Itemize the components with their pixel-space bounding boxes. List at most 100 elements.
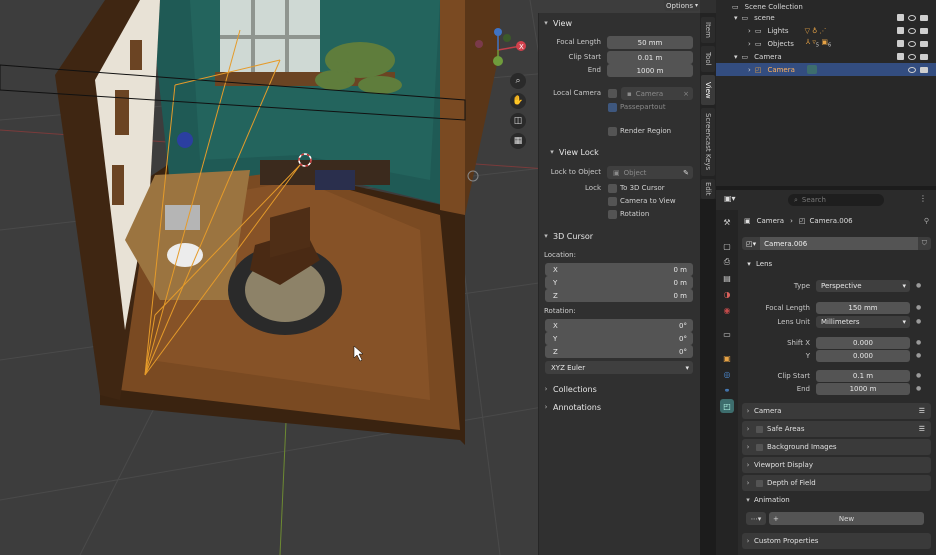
camera-datablock-field[interactable]: ◰▾ Camera.006 ⛉ xyxy=(742,237,931,250)
local-camera-field[interactable]: ▪ Camera × xyxy=(621,87,693,100)
options-dropdown[interactable]: Options ▾ xyxy=(664,0,700,11)
outliner-row-objects[interactable]: › ▭ Objects ⅄ ▿5 ▣6 xyxy=(716,37,936,50)
list-icon[interactable]: ☰ xyxy=(919,407,925,415)
render-region-checkbox[interactable] xyxy=(608,127,617,136)
cursor-location-z[interactable]: Z 0 m xyxy=(545,289,693,302)
include-checkbox[interactable] xyxy=(897,40,904,47)
outliner-row-scene[interactable]: ▾ ▭ scene xyxy=(716,11,936,24)
zoom-button[interactable]: ⌕ xyxy=(510,73,526,89)
cursor-rotation-y[interactable]: Y 0° xyxy=(545,332,693,345)
safe-areas-checkbox[interactable] xyxy=(756,425,763,433)
cursor-rotation-z[interactable]: Z 0° xyxy=(545,345,693,358)
lens-clip-end-field[interactable]: 1000 m xyxy=(816,383,910,395)
camera-data-tab[interactable]: ◰ xyxy=(720,399,734,413)
eye-icon[interactable] xyxy=(908,53,916,60)
include-checkbox[interactable] xyxy=(897,53,904,60)
cursor-location-x[interactable]: X 0 m xyxy=(545,263,693,276)
clip-start-field[interactable]: 0.01 m xyxy=(607,51,693,64)
view-layer-tab[interactable]: ▤ xyxy=(720,271,734,285)
annotations-header[interactable]: › Annotations xyxy=(539,399,701,415)
area-divider[interactable] xyxy=(700,199,716,555)
render-camera-icon[interactable] xyxy=(920,14,928,21)
outliner-row-lights[interactable]: › ▭ Lights ▽ ♁ ⋰ xyxy=(716,24,936,37)
eye-icon[interactable] xyxy=(908,40,916,47)
keyframe-dot[interactable]: ● xyxy=(916,339,921,346)
pin-icon[interactable]: ⚲ xyxy=(924,217,929,225)
cursor-rotation-x[interactable]: X 0° xyxy=(545,319,693,332)
properties-options-button[interactable]: ⋮ xyxy=(919,194,927,203)
view-panel-header[interactable]: ▾ View xyxy=(539,15,701,31)
shift-y-field[interactable]: 0.000 xyxy=(816,350,910,362)
editor-type-menu[interactable]: ▣▾ xyxy=(724,194,746,206)
new-action-button[interactable]: + New xyxy=(769,512,924,525)
world-tab[interactable]: ◉ xyxy=(720,303,734,317)
lens-unit-dropdown[interactable]: Millimeters ▾ xyxy=(816,316,910,328)
lens-focal-length-field[interactable]: 150 mm xyxy=(816,302,910,314)
action-browse-icon[interactable]: ⋯▾ xyxy=(746,512,766,525)
output-tab[interactable]: ⎙ xyxy=(720,255,734,269)
passepartout-checkbox[interactable] xyxy=(608,103,617,112)
tab-item[interactable]: Item xyxy=(701,17,715,43)
to-3d-cursor-checkbox[interactable] xyxy=(608,184,617,193)
keyframe-dot[interactable]: ● xyxy=(916,304,921,311)
object-tab[interactable]: ▣ xyxy=(720,351,734,365)
lock-to-object-field[interactable]: ▣ Object ✎ xyxy=(607,166,693,179)
navigation-gizmo[interactable]: X xyxy=(474,28,534,68)
clip-end-field[interactable]: 1000 m xyxy=(607,64,693,77)
render-camera-icon[interactable] xyxy=(920,40,928,47)
animation-section-header[interactable]: ▾ Animation xyxy=(742,492,931,508)
tool-tab[interactable]: ⚒ xyxy=(720,215,734,229)
lens-type-dropdown[interactable]: Perspective ▾ xyxy=(816,280,910,292)
fake-user-shield-icon[interactable]: ⛉ xyxy=(922,239,927,248)
render-camera-icon[interactable] xyxy=(920,27,928,34)
rotation-mode-dropdown[interactable]: XYZ Euler ▾ xyxy=(545,361,693,374)
outliner-row-camera-collection[interactable]: ▾ ▭ Camera xyxy=(716,50,936,63)
render-camera-icon[interactable] xyxy=(920,66,928,73)
keyframe-dot[interactable]: ● xyxy=(916,282,921,289)
depth-of-field-checkbox[interactable] xyxy=(756,479,763,487)
physics-tab[interactable]: ◎ xyxy=(720,367,734,381)
eye-icon[interactable] xyxy=(908,14,916,21)
tab-screencast-keys[interactable]: Screencast Keys xyxy=(701,108,715,176)
render-camera-icon[interactable] xyxy=(920,53,928,60)
lens-panel-header[interactable]: ▾ Lens xyxy=(742,256,931,272)
camera-to-view-checkbox[interactable] xyxy=(608,197,617,206)
safe-areas-section-header[interactable]: › Safe Areas ☰ xyxy=(742,421,931,437)
depth-of-field-section-header[interactable]: › Depth of Field xyxy=(742,475,931,491)
constraints-tab[interactable]: ⚭ xyxy=(720,383,734,397)
keyframe-dot[interactable]: ● xyxy=(916,372,921,379)
ortho-toggle-button[interactable]: ▦ xyxy=(510,133,526,149)
collections-header[interactable]: › Collections xyxy=(539,381,701,397)
properties-search[interactable]: ⌕ Search xyxy=(788,194,884,206)
shift-x-field[interactable]: 0.000 xyxy=(816,337,910,349)
pan-button[interactable]: ✋ xyxy=(510,93,526,109)
list-icon[interactable]: ☰ xyxy=(919,425,925,433)
tab-tool[interactable]: Tool xyxy=(701,46,715,72)
area-divider[interactable] xyxy=(716,186,936,190)
rotation-lock-checkbox[interactable] xyxy=(608,210,617,219)
local-camera-checkbox[interactable] xyxy=(608,89,617,98)
view-lock-header[interactable]: ▾ View Lock xyxy=(545,144,707,160)
tab-view[interactable]: View xyxy=(701,75,715,105)
lens-clip-start-field[interactable]: 0.1 m xyxy=(816,370,910,382)
camera-view-button[interactable]: ◫ xyxy=(510,113,526,129)
custom-properties-section-header[interactable]: › Custom Properties xyxy=(742,533,931,549)
render-tab[interactable]: ▢ xyxy=(720,239,734,253)
scene-tab[interactable]: ◑ xyxy=(720,287,734,301)
outliner-row-camera-object[interactable]: › ◰ Camera xyxy=(716,63,936,76)
focal-length-field[interactable]: 50 mm xyxy=(607,36,693,49)
include-checkbox[interactable] xyxy=(897,14,904,21)
background-images-checkbox[interactable] xyxy=(756,443,763,451)
eye-icon[interactable] xyxy=(908,27,916,34)
viewport-display-section-header[interactable]: › Viewport Display xyxy=(742,457,931,473)
keyframe-dot[interactable]: ● xyxy=(916,385,921,392)
cursor-location-y[interactable]: Y 0 m xyxy=(545,276,693,289)
keyframe-dot[interactable]: ● xyxy=(916,352,921,359)
tab-edit[interactable]: Edit xyxy=(701,179,715,199)
eye-icon[interactable] xyxy=(908,66,916,73)
keyframe-dot[interactable]: ● xyxy=(916,318,921,325)
collection-tab[interactable]: ▭ xyxy=(720,327,734,341)
3d-cursor-header[interactable]: ▾ 3D Cursor xyxy=(539,228,701,244)
include-checkbox[interactable] xyxy=(897,27,904,34)
camera-section-header[interactable]: › Camera ☰ xyxy=(742,403,931,419)
